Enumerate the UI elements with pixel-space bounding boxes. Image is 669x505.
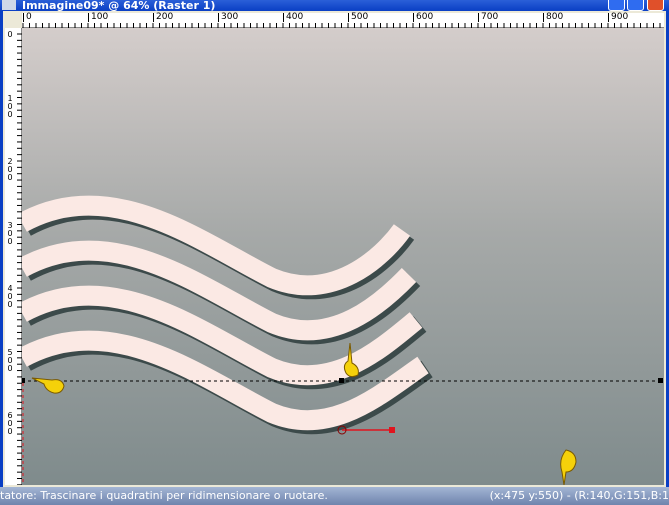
ruler-label: 700	[478, 13, 498, 22]
ruler-label: 600	[7, 411, 13, 436]
rotate-handle-end	[389, 427, 395, 433]
close-button[interactable]	[647, 0, 664, 11]
ruler-label: 200	[7, 157, 13, 182]
ruler-label: 900	[608, 13, 628, 22]
vertical-ruler: 0 100 200 300 400 500 600	[5, 28, 22, 485]
ruler-label: 500	[7, 347, 13, 373]
ruler-label: 100	[7, 93, 13, 119]
status-bar: tatore: Trascinare i quadratini per ridi…	[0, 487, 669, 505]
ruler-label: 600	[413, 13, 433, 22]
ruler-label: 200	[153, 13, 173, 22]
ruler-label: 500	[348, 13, 368, 22]
horizontal-ruler: 0 100 200 300 400 500 600 700 800 900	[22, 13, 664, 28]
ruler-label: 0	[7, 30, 13, 39]
ruler-label: 100	[88, 13, 108, 22]
hand-pointer-icon	[31, 377, 65, 394]
ruler-label: 400	[7, 284, 13, 309]
status-hint: tatore: Trascinare i quadratini per ridi…	[0, 489, 328, 502]
ruler-label: 300	[218, 13, 238, 22]
window-title: Immagine09* @ 64% (Raster 1)	[22, 0, 216, 11]
image-canvas[interactable]	[22, 28, 664, 485]
ruler-label: 300	[7, 220, 13, 246]
deform-handle	[658, 378, 663, 383]
ruler-label: 800	[543, 13, 563, 22]
wave-shapes	[22, 195, 433, 435]
maximize-button[interactable]	[627, 0, 644, 11]
title-bar: Immagine09* @ 64% (Raster 1)	[0, 0, 669, 11]
deform-handle	[339, 378, 344, 383]
deform-handle	[22, 378, 25, 383]
ruler-label: 400	[283, 13, 303, 22]
cursor-readout: (x:475 y:550) - (R:140,G:151,B:1	[489, 489, 669, 502]
app-icon	[2, 0, 16, 10]
hand-pointer-icon	[560, 449, 577, 485]
ruler-label: 0	[23, 13, 32, 22]
minimize-button[interactable]	[608, 0, 625, 11]
